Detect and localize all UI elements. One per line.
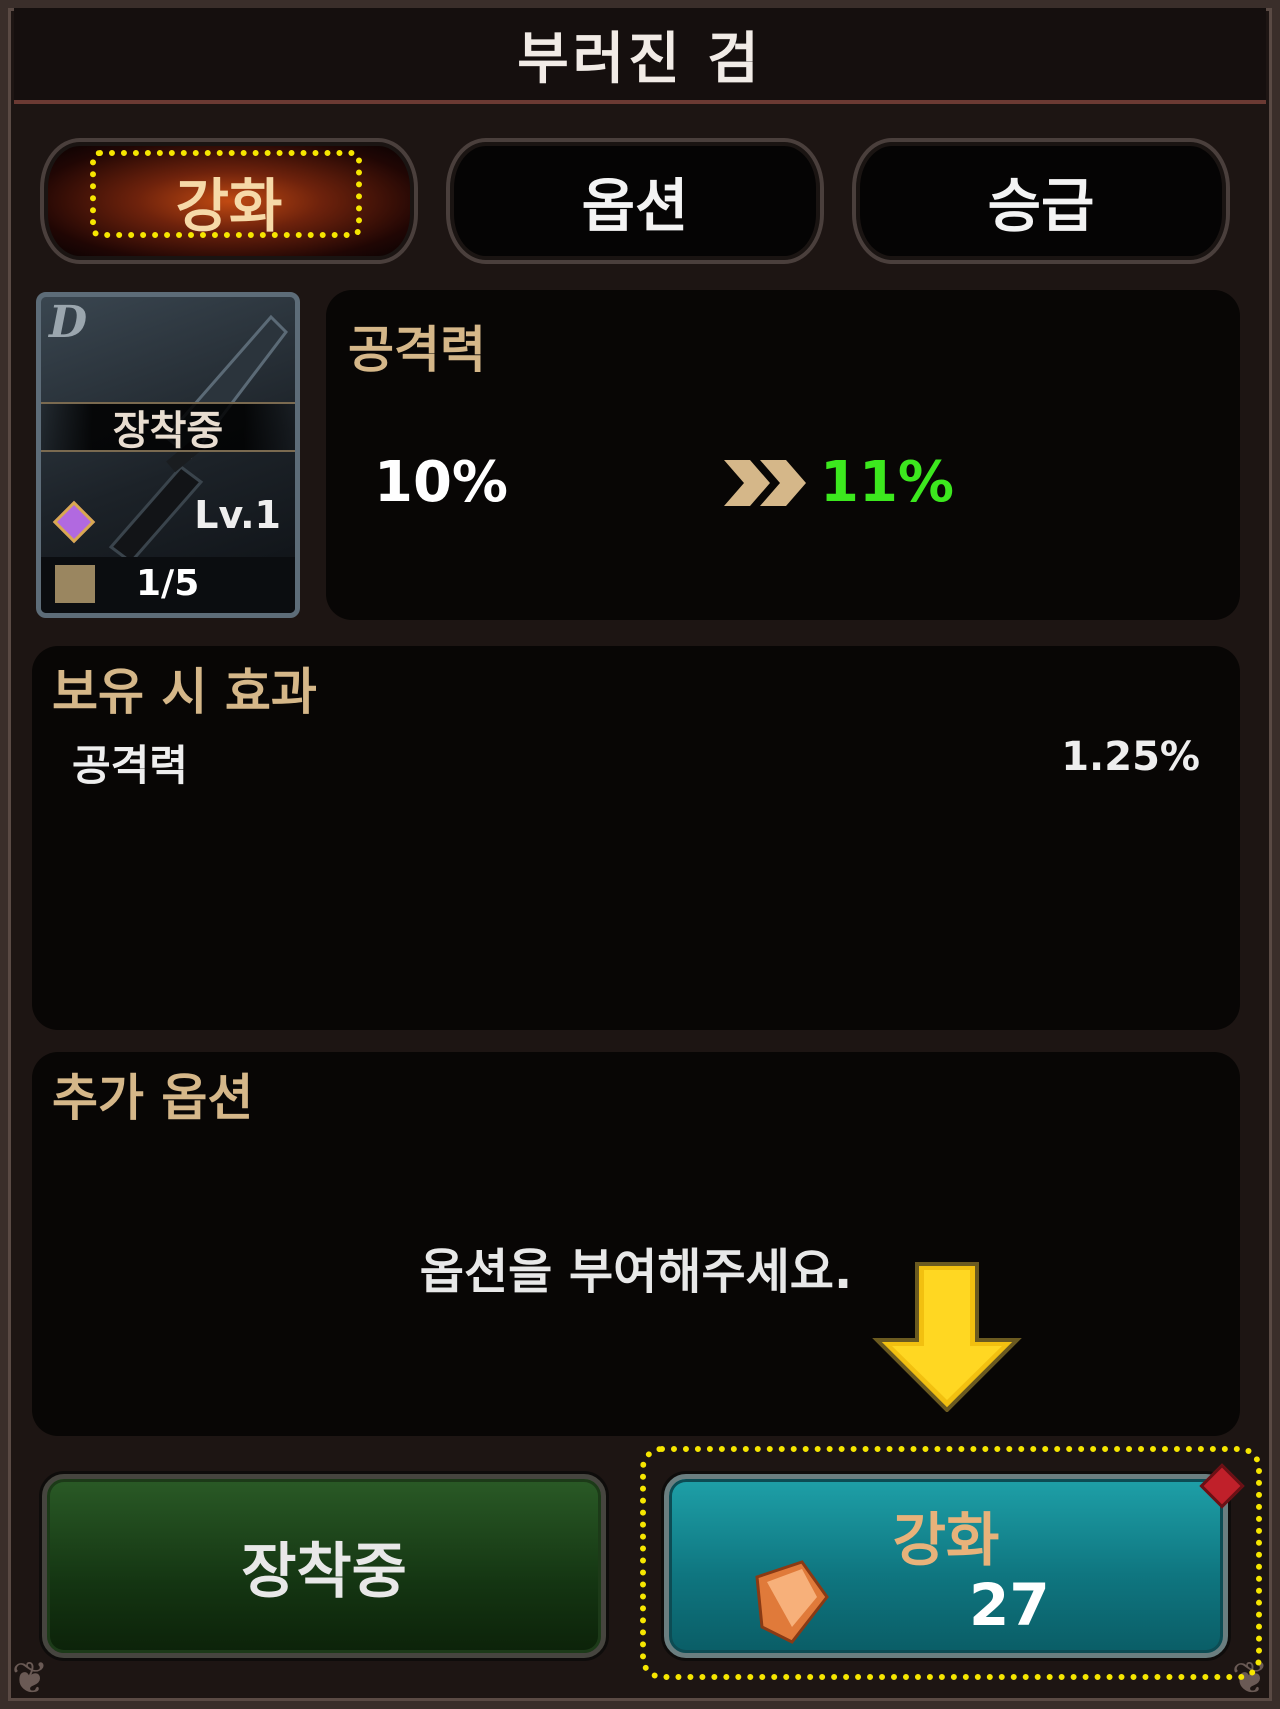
slot-box-icon [55, 565, 95, 603]
stat-next-value: 11% [820, 450, 955, 515]
tab-label: 승급 [987, 172, 1095, 240]
double-chevron-right-icon [724, 460, 806, 506]
stat-name: 공격력 [348, 321, 486, 379]
tab-promotion[interactable]: 승급 [852, 138, 1230, 264]
item-card[interactable]: D 장착중 Lv.1 1/5 [36, 292, 300, 618]
owned-effect-panel: 보유 시 효과 공격력 1.25% [32, 646, 1240, 1030]
item-title: 부러진 검 [517, 26, 763, 92]
stat-panel: 공격력 10% 11% [326, 290, 1240, 620]
tutorial-highlight [90, 150, 362, 238]
owned-effect-title: 보유 시 효과 [52, 663, 317, 721]
grade-badge: D [49, 297, 88, 348]
title-bar: 부러진 검 [14, 8, 1266, 104]
item-count: 1/5 [136, 563, 200, 604]
extra-option-title: 추가 옵션 [52, 1069, 254, 1127]
item-level: Lv.1 [194, 493, 281, 537]
equipped-strip: 장착중 [41, 402, 295, 454]
tab-label: 옵션 [581, 172, 689, 240]
tutorial-highlight [640, 1446, 1262, 1680]
equipped-button[interactable]: 장착중 [42, 1474, 606, 1658]
owned-effect-stat-name: 공격력 [72, 741, 188, 790]
equipped-button-label: 장착중 [241, 1536, 407, 1607]
extra-option-panel: 추가 옵션 옵션을 부여해주세요. [32, 1052, 1240, 1436]
owned-effect-stat-value: 1.25% [1061, 734, 1200, 780]
equipped-label: 장착중 [112, 408, 224, 454]
stat-current-value: 10% [374, 450, 509, 515]
guide-down-arrow-icon [872, 1262, 1022, 1412]
corner-ornament-icon: ❦ [11, 1653, 49, 1704]
extra-option-empty-message: 옵션을 부여해주세요. [419, 1244, 853, 1300]
item-count-row: 1/5 [41, 557, 295, 613]
tab-option[interactable]: 옵션 [446, 138, 824, 264]
